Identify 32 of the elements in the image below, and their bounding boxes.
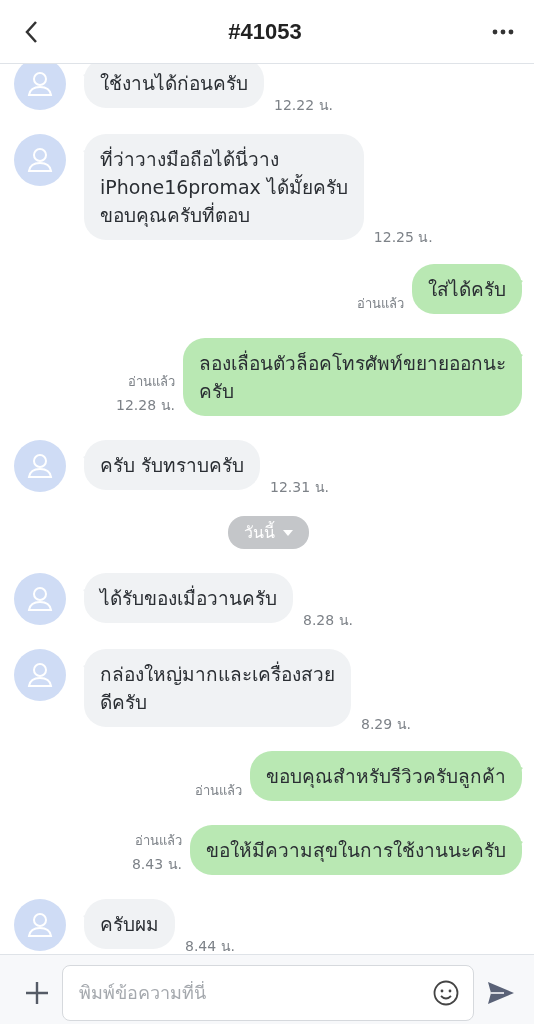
send-button[interactable] (488, 981, 514, 1004)
caret-icon (282, 529, 293, 536)
date-pill[interactable]: วันนี้ (227, 516, 309, 549)
back-icon (24, 19, 38, 44)
more-icon (492, 28, 514, 35)
message-time: 8.28 น. (303, 611, 354, 630)
avatar-icon[interactable] (14, 134, 66, 186)
message-time: 8.44 น. (185, 937, 236, 954)
avatar-icon[interactable] (14, 899, 66, 951)
message-time: 12.22 น. (274, 96, 333, 115)
message-field[interactable]: พิมพ์ข้อความที่นี่ (62, 964, 474, 1021)
message-time: 8.29 น. (361, 715, 412, 734)
back-button[interactable] (24, 19, 38, 44)
read-receipt: อ่านแล้ว (128, 373, 175, 391)
read-receipt: อ่านแล้ว (195, 782, 242, 800)
send-icon (488, 981, 514, 1004)
more-button[interactable] (492, 28, 514, 35)
avatar-icon[interactable] (14, 573, 66, 625)
add-button[interactable] (26, 981, 48, 1004)
read-receipt: อ่านแล้ว (357, 295, 404, 313)
avatar-icon[interactable] (14, 440, 66, 492)
avatar-icon[interactable] (14, 64, 66, 110)
message-time: 12.31 น. (270, 478, 330, 497)
emoji-button[interactable] (433, 979, 459, 1006)
read-receipt: อ่านแล้ว (135, 832, 182, 850)
avatar-icon[interactable] (14, 649, 66, 701)
message-time: 8.43 น. (131, 855, 182, 874)
smiley-icon (433, 979, 459, 1006)
chat-title: #41053 (228, 18, 302, 45)
message-time: 12.28 น. (116, 396, 175, 415)
plus-icon (26, 981, 48, 1004)
message-time: 12.25 น. (373, 228, 433, 247)
